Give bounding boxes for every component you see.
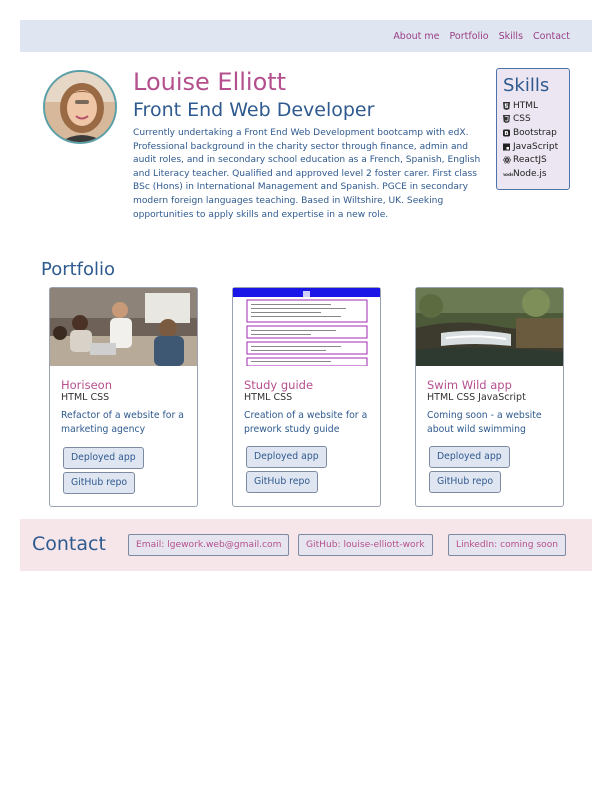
- profile-role: Front End Web Developer: [133, 99, 375, 121]
- nav-link-skills[interactable]: Skills: [499, 31, 523, 42]
- nav-link-about[interactable]: About me: [393, 31, 439, 42]
- nav-link-portfolio[interactable]: Portfolio: [450, 31, 489, 42]
- skill-label: ReactJS: [513, 155, 547, 166]
- deployed-app-button[interactable]: Deployed app: [246, 446, 327, 468]
- skills-title: Skills: [503, 75, 550, 96]
- nodejs-icon: node: [502, 170, 515, 178]
- profile-bio: Currently undertaking a Front End Web De…: [133, 128, 481, 220]
- project-card-swim-wild: Swim Wild app HTML CSS JavaScript Coming…: [415, 287, 564, 507]
- skills-list: HTML CSS B Bootstrap JavaScript ReactJS …: [502, 99, 563, 181]
- project-title: Swim Wild app: [427, 378, 512, 392]
- top-navbar: About me Portfolio Skills Contact: [20, 20, 592, 52]
- skill-item-react: ReactJS: [503, 153, 563, 167]
- skill-label: CSS: [513, 114, 531, 125]
- skills-panel: Skills HTML CSS B Bootstrap JavaScript R…: [496, 68, 570, 190]
- svg-text:B: B: [504, 131, 508, 137]
- portfolio-title: Portfolio: [41, 259, 116, 280]
- deployed-app-button[interactable]: Deployed app: [63, 447, 144, 469]
- project-title: Study guide: [244, 378, 314, 392]
- profile-avatar: [43, 70, 117, 144]
- skill-item-nodejs: node Node.js: [502, 167, 563, 181]
- github-repo-button[interactable]: GitHub repo: [246, 471, 319, 493]
- project-description: Coming soon - a website about wild swimm…: [427, 410, 542, 435]
- skill-item-bootstrap: B Bootstrap: [503, 126, 563, 140]
- css3-icon: [503, 115, 510, 124]
- project-description: Creation of a website for a prework stud…: [244, 410, 368, 435]
- linkedin-button[interactable]: LinkedIn: coming soon: [448, 534, 567, 556]
- project-thumbnail: [416, 288, 563, 366]
- skill-label: JavaScript: [513, 141, 559, 152]
- skill-label: Node.js: [513, 168, 547, 179]
- html5-icon: [503, 101, 510, 110]
- project-tech: HTML CSS: [244, 392, 293, 403]
- project-thumbnail: [50, 288, 197, 366]
- react-icon: [503, 156, 511, 164]
- project-tech: HTML CSS: [61, 392, 110, 403]
- github-profile-button[interactable]: GitHub: louise-elliott-work: [298, 534, 433, 556]
- skill-item-css: CSS: [503, 113, 563, 127]
- project-card-horiseon: Horiseon HTML CSS Refactor of a website …: [49, 287, 198, 507]
- project-card-study-guide: Study guide HTML CSS Creation of a websi…: [232, 287, 381, 507]
- github-repo-button[interactable]: GitHub repo: [63, 472, 136, 494]
- skill-label: HTML: [513, 100, 539, 111]
- deployed-app-button[interactable]: Deployed app: [429, 446, 510, 468]
- skill-item-javascript: JavaScript: [503, 140, 563, 154]
- javascript-icon: [503, 143, 510, 151]
- skill-label: Bootstrap: [513, 127, 557, 138]
- project-tech: HTML CSS JavaScript: [427, 392, 526, 403]
- github-repo-button[interactable]: GitHub repo: [429, 471, 502, 493]
- profile-photo: [45, 72, 115, 142]
- bootstrap-icon: B: [503, 129, 510, 137]
- project-title: Horiseon: [61, 378, 112, 392]
- email-button[interactable]: Email: lgework.web@gmail.com: [128, 534, 290, 556]
- contact-section: Contact Email: lgework.web@gmail.com Git…: [20, 519, 592, 571]
- svg-text:node: node: [503, 172, 513, 178]
- project-description: Refactor of a website for a marketing ag…: [61, 410, 184, 435]
- contact-title: Contact: [32, 533, 106, 555]
- project-thumbnail: [233, 288, 380, 366]
- skill-item-html: HTML: [503, 99, 563, 113]
- nav-link-contact[interactable]: Contact: [533, 31, 570, 42]
- profile-name: Louise Elliott: [133, 68, 287, 96]
